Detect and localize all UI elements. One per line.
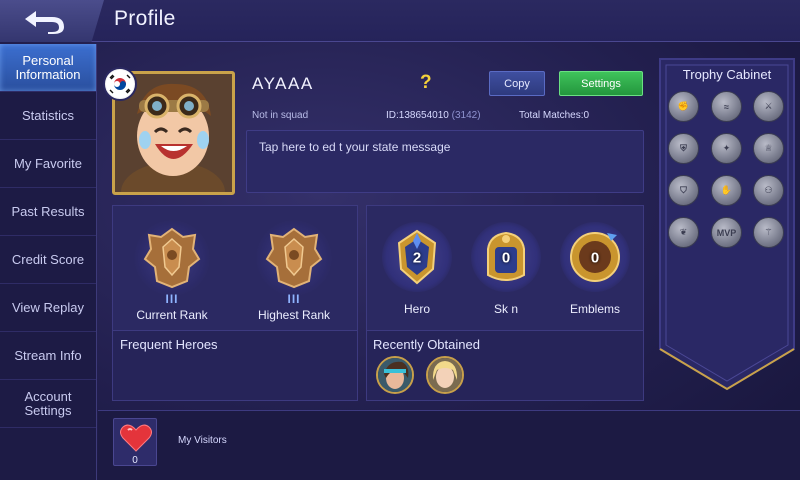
hero-count: 2 — [412, 249, 422, 267]
player-id: ID:138654010 (3142) — [386, 110, 481, 121]
current-rank-emblem-icon — [134, 220, 210, 296]
trophy-people-icon[interactable]: ⚇ — [753, 175, 784, 206]
sidebar-item-stream-info[interactable]: Stream Info — [0, 332, 96, 380]
highest-rank[interactable]: III Highest Rank — [235, 206, 353, 332]
heart-icon — [120, 424, 152, 452]
current-rank-label: Current Rank — [136, 308, 208, 322]
footer-bar: 0 My Visitors — [98, 410, 800, 480]
frequent-heroes-panel[interactable]: Frequent Heroes — [112, 331, 358, 401]
trophy-cabinet[interactable]: Trophy Cabinet ✊ ≈ ⚔ ⛨ ✦ ♕ ⛉ ✋ ⚇ ❦ MVP ⚚ — [656, 57, 798, 393]
emblems-collection[interactable]: 0 Emblems — [549, 206, 641, 332]
visitors-button[interactable]: 0 — [113, 418, 157, 466]
collection-panel: 2 Hero 0 Sk n 0 Emblems — [366, 205, 644, 331]
trophy-fist-icon[interactable]: ✊ — [668, 91, 699, 122]
sidebar-item-my-favorite[interactable]: My Favorite — [0, 140, 96, 188]
trophy-laurel-icon[interactable]: ❦ — [668, 217, 699, 248]
trophy-mvp-icon[interactable]: MVP — [711, 217, 742, 248]
sidebar: Personal Information Statistics My Favor… — [0, 44, 97, 480]
current-rank[interactable]: III Current Rank — [113, 206, 231, 332]
emblems-icon: 0 — [560, 222, 630, 292]
frequent-heroes-title: Frequent Heroes — [120, 337, 218, 352]
highest-rank-emblem-icon — [256, 220, 332, 296]
question-mark-icon[interactable]: ? — [420, 72, 432, 94]
south-korea-flag-icon — [103, 67, 137, 101]
emblems-count: 0 — [590, 249, 600, 267]
hero-label: Hero — [403, 302, 430, 316]
trophy-cup-icon[interactable]: ♕ — [753, 133, 784, 164]
skin-label: Sk n — [493, 302, 518, 316]
header-bar: Profile — [0, 0, 800, 42]
hero-icon: 2 — [382, 222, 452, 292]
visitors-label: My Visitors — [178, 435, 227, 446]
recent-hero-avatar[interactable] — [426, 356, 464, 394]
trophy-shield-icon[interactable]: ⛨ — [668, 133, 699, 164]
total-matches: Total Matches:0 — [519, 110, 590, 121]
player-server: (3142) — [451, 110, 481, 121]
emblems-label: Emblems — [569, 302, 620, 316]
state-message-input[interactable]: Tap here to ed t your state message — [246, 130, 644, 193]
page-title: Profile — [114, 7, 176, 30]
visitor-count: 0 — [132, 455, 138, 466]
squad-status: Not in squad — [252, 110, 309, 121]
current-rank-tier: III — [165, 292, 179, 306]
sidebar-item-statistics[interactable]: Statistics — [0, 92, 96, 140]
trophy-hand-icon[interactable]: ✋ — [711, 175, 742, 206]
skin-collection[interactable]: 0 Sk n — [460, 206, 552, 332]
back-button[interactable] — [0, 0, 104, 42]
trophy-cabinet-title: Trophy Cabinet — [682, 67, 772, 82]
recent-hero-avatar[interactable] — [376, 356, 414, 394]
player-name: AYAAA — [252, 74, 314, 93]
recently-obtained-panel: Recently Obtained — [366, 331, 644, 401]
recently-obtained-title: Recently Obtained — [373, 337, 480, 352]
sidebar-item-view-replay[interactable]: View Replay — [0, 284, 96, 332]
player-id-number: ID:138654010 — [386, 110, 449, 121]
skin-count: 0 — [501, 249, 511, 267]
sidebar-item-personal-information[interactable]: Personal Information — [0, 44, 96, 92]
trophy-helm-icon[interactable]: ⛉ — [668, 175, 699, 206]
copy-button[interactable]: Copy — [489, 71, 545, 96]
trophy-wing-icon[interactable]: ≈ — [711, 91, 742, 122]
sidebar-item-credit-score[interactable]: Credit Score — [0, 236, 96, 284]
back-arrow-icon — [25, 11, 64, 34]
settings-button[interactable]: Settings — [559, 71, 643, 96]
sidebar-item-past-results[interactable]: Past Results — [0, 188, 96, 236]
trophy-star-icon[interactable]: ✦ — [711, 133, 742, 164]
rank-panel: III Current Rank III Highest Rank — [112, 205, 358, 331]
sidebar-item-account-settings[interactable]: Account Settings — [0, 380, 96, 428]
highest-rank-label: Highest Rank — [257, 308, 331, 322]
highest-rank-tier: III — [287, 292, 301, 306]
trophy-blade-icon[interactable]: ⚔ — [753, 91, 784, 122]
skin-icon: 0 — [471, 222, 541, 292]
hero-collection[interactable]: 2 Hero — [371, 206, 463, 332]
trophy-claw-icon[interactable]: ⚚ — [753, 217, 784, 248]
